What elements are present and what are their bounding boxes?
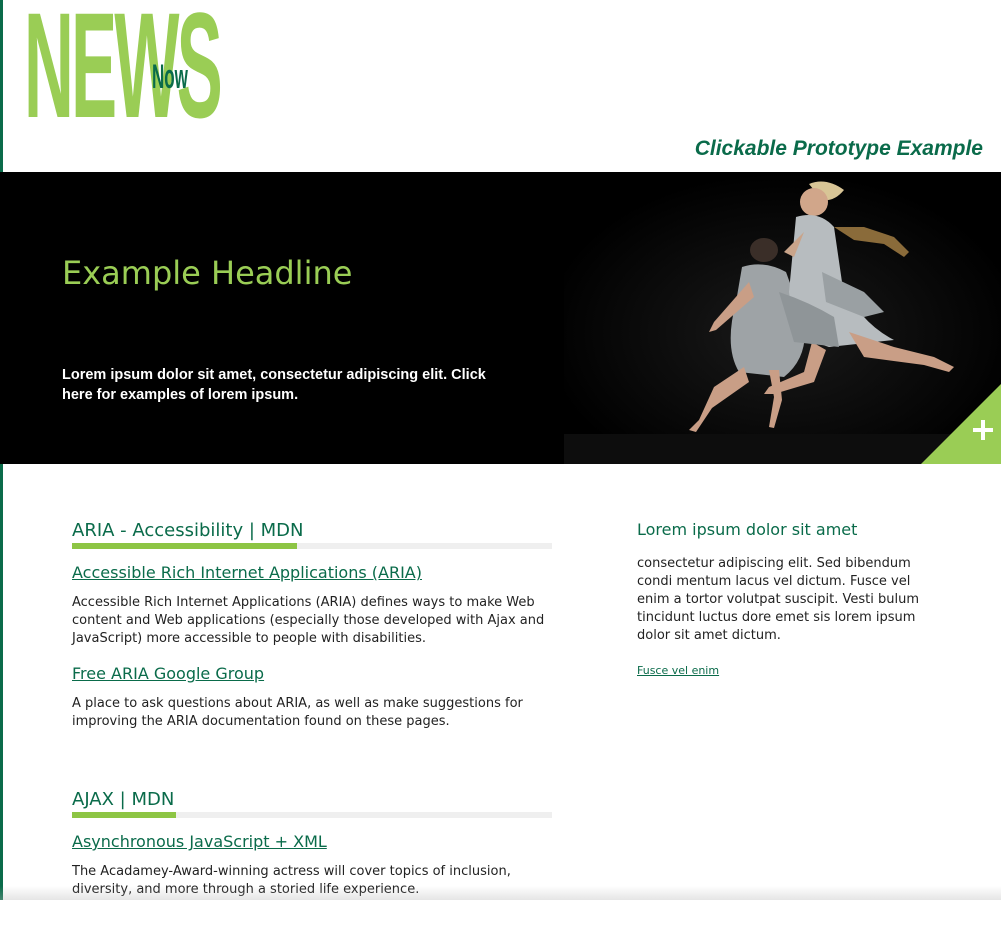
section-aria: ARIA - Accessibility | MDN Accessible Ri… <box>72 520 552 731</box>
hero-subtext[interactable]: Lorem ipsum dolor sit amet, consectetur … <box>62 365 492 405</box>
logo-news-text: NEWS <box>24 0 223 149</box>
main-content: ARIA - Accessibility | MDN Accessible Ri… <box>72 520 552 937</box>
newsnow-logo[interactable]: NEWS Now <box>24 0 223 140</box>
hero-banner[interactable]: Example Headline Lorem ipsum dolor sit a… <box>0 172 1001 464</box>
expand-corner-button[interactable] <box>921 384 1001 464</box>
article-link[interactable]: Accessible Rich Internet Applications (A… <box>72 563 552 582</box>
logo-now-text: Now <box>152 58 188 96</box>
article-summary: A place to ask questions about ARIA, as … <box>72 696 523 729</box>
sidebar-aside: Lorem ipsum dolor sit amet consectetur a… <box>637 520 937 678</box>
aside-body: consectetur adipiscing elit. Sed bibendu… <box>637 556 919 643</box>
section-title: AJAX | MDN <box>72 789 175 810</box>
hero-headline[interactable]: Example Headline <box>62 254 352 292</box>
section-ajax: AJAX | MDN Asynchronous JavaScript + XML… <box>72 789 552 899</box>
section-title: ARIA - Accessibility | MDN <box>72 520 304 541</box>
aside-link[interactable]: Fusce vel enim <box>637 664 719 677</box>
section-underline <box>72 543 552 549</box>
bottom-fade <box>0 886 1001 900</box>
section-underline <box>72 812 552 818</box>
article-link[interactable]: Free ARIA Google Group <box>72 664 552 683</box>
article-link[interactable]: Asynchronous JavaScript + XML <box>72 832 552 851</box>
article-summary: Accessible Rich Internet Applications (A… <box>72 595 545 646</box>
prototype-tagline: Clickable Prototype Example <box>694 137 983 160</box>
aside-title: Lorem ipsum dolor sit amet <box>637 520 858 539</box>
